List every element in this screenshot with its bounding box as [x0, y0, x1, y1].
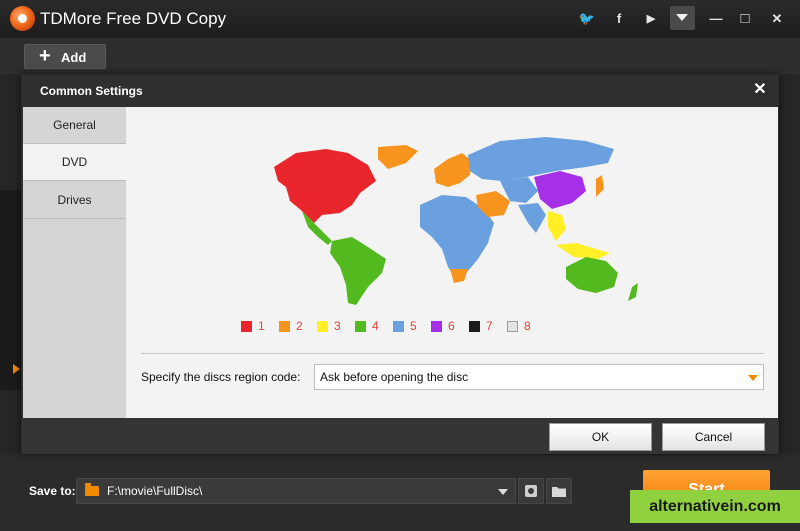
title-bar: TDMore Free DVD Copy 🐦 f ▶ — □ ✕: [0, 0, 800, 38]
legend-label: 2: [296, 319, 303, 333]
map-north-america: [274, 149, 376, 223]
youtube-icon[interactable]: ▶: [640, 8, 662, 30]
common-settings-dialog: Common Settings ✕ General DVD Drives 1 2…: [21, 74, 779, 454]
settings-sidebar: General DVD Drives: [23, 107, 126, 418]
legend-swatch: [469, 321, 480, 332]
map-australia: [566, 257, 618, 293]
legend-swatch: [507, 321, 518, 332]
map-china: [534, 171, 586, 209]
legend-swatch: [279, 321, 290, 332]
maximize-icon[interactable]: □: [734, 8, 756, 30]
divider: [141, 353, 764, 354]
watermark-banner: alternativein.com: [630, 490, 800, 523]
region-code-value: Ask before opening the disc: [320, 370, 469, 384]
map-indonesia: [556, 243, 610, 259]
cancel-button[interactable]: Cancel: [662, 423, 765, 451]
legend-swatch: [241, 321, 252, 332]
tab-general[interactable]: General: [23, 107, 126, 144]
app-window: TDMore Free DVD Copy 🐦 f ▶ — □ ✕ + Add S…: [0, 0, 800, 531]
map-south-america: [330, 237, 386, 305]
region-code-select[interactable]: Ask before opening the disc: [314, 364, 764, 390]
legend-label: 1: [258, 319, 265, 333]
facebook-icon[interactable]: f: [608, 8, 630, 30]
map-south-africa: [450, 269, 468, 283]
dialog-close-icon[interactable]: ✕: [751, 81, 769, 99]
folder-icon: [85, 483, 99, 496]
tab-drives[interactable]: Drives: [23, 182, 126, 219]
legend-swatch: [393, 321, 404, 332]
map-se-asia: [548, 211, 566, 241]
legend-label: 3: [334, 319, 341, 333]
save-path-select[interactable]: F:\movie\FullDisc\: [76, 478, 516, 504]
legend-swatch: [431, 321, 442, 332]
map-russia: [468, 137, 614, 181]
chevron-down-icon: [748, 375, 758, 381]
browse-folder-button[interactable]: [546, 478, 572, 504]
app-logo-icon: [10, 6, 35, 31]
chevron-down-icon[interactable]: [498, 489, 508, 495]
disc-settings-icon: [525, 485, 537, 497]
dialog-title: Common Settings: [40, 84, 143, 98]
dvd-region-world-map: [274, 137, 638, 305]
region-select-arrow[interactable]: [743, 365, 763, 389]
play-marker-icon: [13, 364, 20, 374]
background-file-list: [0, 190, 22, 390]
map-new-zealand: [628, 283, 638, 301]
legend-swatch: [317, 321, 328, 332]
settings-disc-button[interactable]: [518, 478, 544, 504]
legend-label: 7: [486, 319, 493, 333]
add-button[interactable]: + Add: [24, 44, 106, 69]
close-icon[interactable]: ✕: [766, 8, 788, 30]
save-to-label: Save to:: [29, 484, 76, 498]
legend-label: 8: [524, 319, 531, 333]
ok-button[interactable]: OK: [549, 423, 652, 451]
dialog-footer: OK Cancel: [22, 418, 778, 454]
legend-label: 6: [448, 319, 455, 333]
map-japan: [596, 175, 604, 197]
region-legend: 1 2 3 4 5 6 7 8: [241, 319, 541, 335]
toolbar: + Add: [0, 38, 800, 74]
save-path-value: F:\movie\FullDisc\: [107, 484, 203, 498]
minimize-icon[interactable]: —: [705, 8, 727, 30]
twitter-icon[interactable]: 🐦: [576, 8, 598, 30]
legend-label: 5: [410, 319, 417, 333]
map-greenland: [378, 145, 418, 169]
map-europe: [434, 153, 472, 187]
map-india: [518, 203, 546, 233]
plus-icon: +: [39, 45, 51, 67]
region-code-label: Specify the discs region code:: [141, 370, 301, 384]
dropdown-menu-icon[interactable]: [670, 6, 695, 30]
tab-dvd[interactable]: DVD: [23, 144, 126, 181]
dvd-settings-panel: 1 2 3 4 5 6 7 8 Specify the discs region…: [126, 107, 778, 418]
dialog-header: Common Settings ✕: [22, 75, 778, 107]
legend-label: 4: [372, 319, 379, 333]
legend-swatch: [355, 321, 366, 332]
open-folder-icon: [552, 487, 566, 497]
app-title: TDMore Free DVD Copy: [40, 9, 227, 28]
add-button-label: Add: [61, 50, 87, 65]
